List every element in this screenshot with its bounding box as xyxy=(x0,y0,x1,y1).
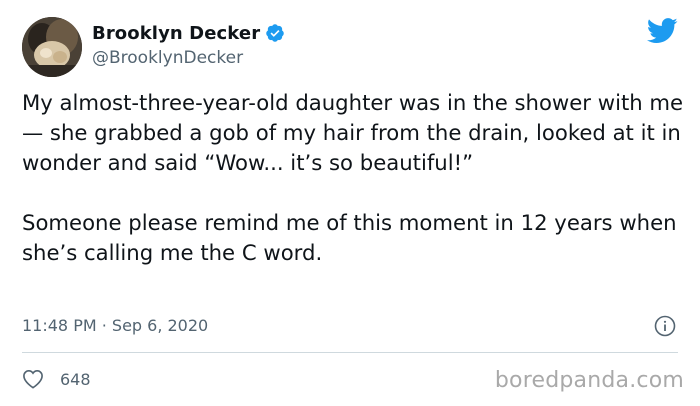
tweet-paragraph: My almost-three-year-old daughter was in… xyxy=(22,90,684,175)
watermark: boredpanda.com xyxy=(494,368,684,393)
author-block: Brooklyn Decker @BrooklynDecker xyxy=(92,22,285,68)
tweet-text: My almost-three-year-old daughter was in… xyxy=(22,88,684,268)
info-icon[interactable] xyxy=(654,315,676,337)
like-action[interactable]: 648 xyxy=(22,369,91,389)
timestamp[interactable]: 11:48 PM · Sep 6, 2020 xyxy=(22,316,208,335)
heart-icon[interactable] xyxy=(22,369,44,389)
twitter-bird-icon[interactable] xyxy=(646,18,678,44)
tweet-card: Brooklyn Decker @BrooklynDecker My almos… xyxy=(0,0,700,406)
tweet-paragraph: Someone please remind me of this moment … xyxy=(22,210,677,265)
profile-photo-icon xyxy=(22,17,82,77)
verified-badge-icon xyxy=(265,23,285,43)
like-count: 648 xyxy=(60,369,91,389)
display-name[interactable]: Brooklyn Decker xyxy=(92,23,260,44)
handle[interactable]: @BrooklynDecker xyxy=(92,48,285,68)
divider xyxy=(22,352,678,353)
avatar[interactable] xyxy=(22,17,82,77)
